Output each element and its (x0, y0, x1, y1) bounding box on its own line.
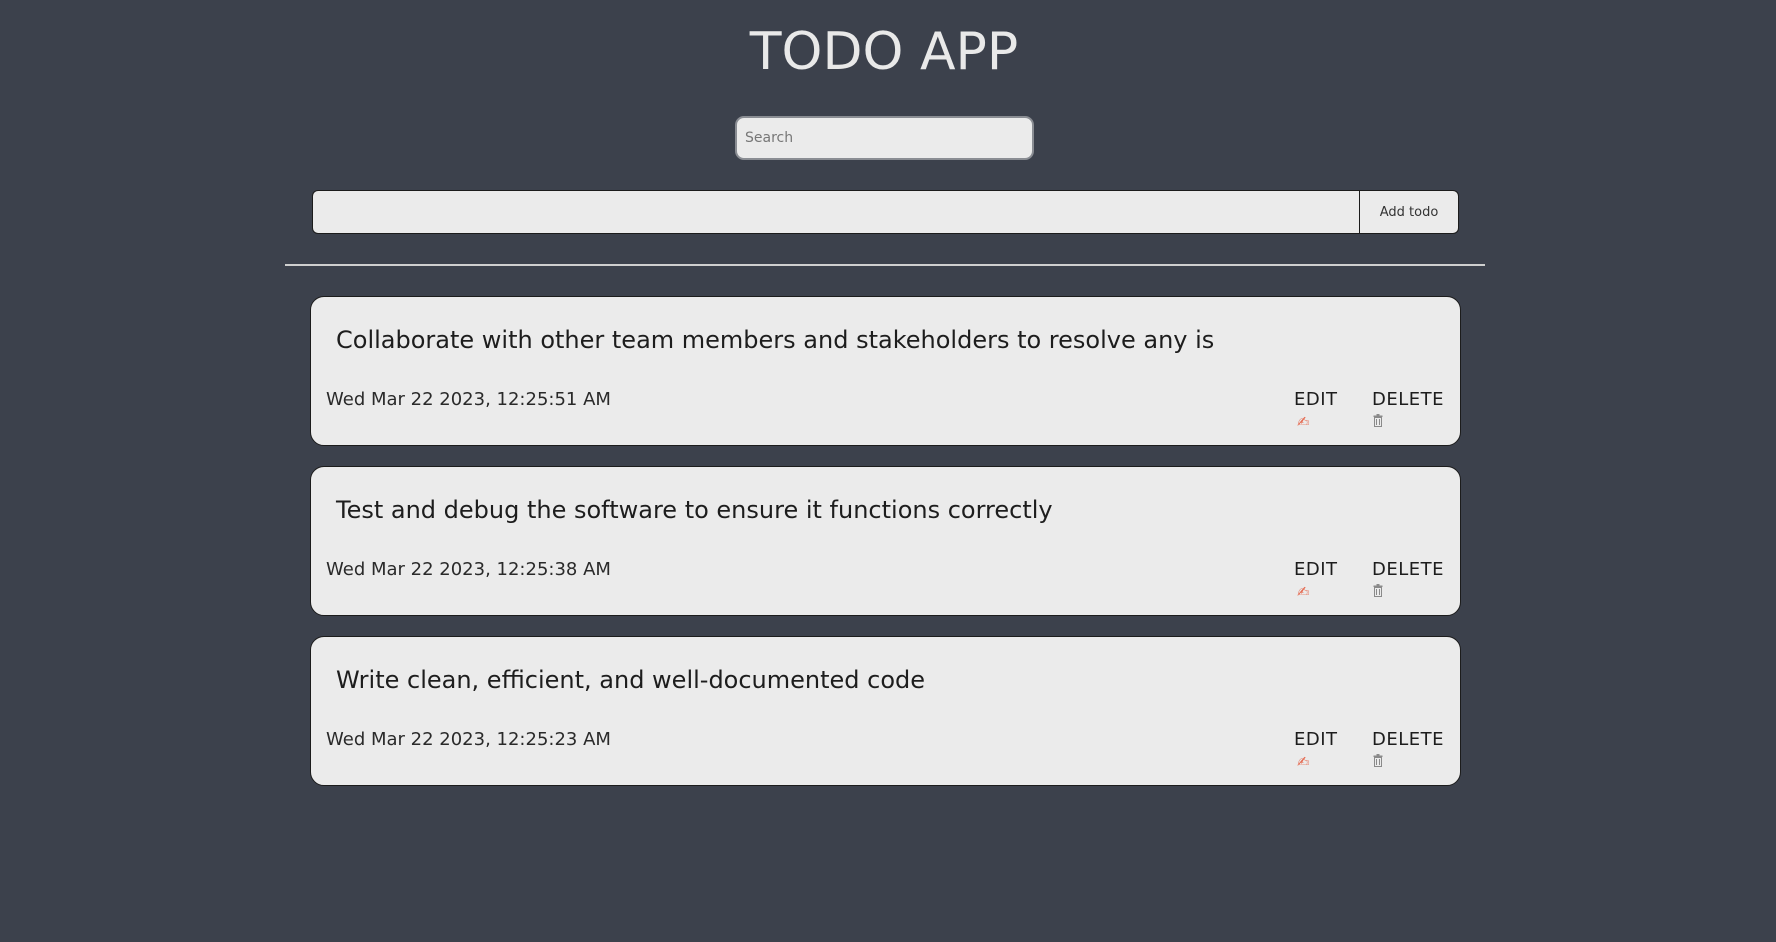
app-title: TODO APP (749, 22, 1019, 82)
divider (285, 264, 1485, 266)
delete-button[interactable]: DELETE (1372, 559, 1444, 601)
delete-label: DELETE (1372, 729, 1445, 750)
edit-label: EDIT (1294, 559, 1338, 580)
add-todo-button[interactable]: Add todo (1359, 190, 1459, 234)
trash-can-icon (1373, 414, 1444, 431)
new-todo-input[interactable] (312, 190, 1359, 234)
delete-label: DELETE (1372, 559, 1445, 580)
writing-hand-icon: ✍ (1297, 753, 1310, 771)
delete-label: DELETE (1372, 389, 1445, 410)
search-input[interactable] (735, 116, 1034, 160)
trash-can-icon (1373, 584, 1444, 601)
delete-button[interactable]: DELETE (1372, 389, 1444, 431)
edit-button[interactable]: EDIT ✍ (1294, 389, 1338, 430)
todo-card: Collaborate with other team members and … (310, 296, 1461, 446)
writing-hand-icon: ✍ (1297, 583, 1310, 601)
edit-label: EDIT (1294, 389, 1338, 410)
todo-text: Test and debug the software to ensure it… (336, 496, 1053, 524)
edit-label: EDIT (1294, 729, 1338, 750)
todo-date: Wed Mar 22 2023, 12:25:23 AM (326, 729, 611, 750)
trash-can-icon (1373, 754, 1444, 771)
edit-button[interactable]: EDIT ✍ (1294, 729, 1338, 770)
trash-can-svg (1373, 584, 1383, 597)
trash-can-svg (1373, 754, 1383, 767)
todo-text: Collaborate with other team members and … (336, 326, 1215, 354)
todo-card: Write clean, efficient, and well-documen… (310, 636, 1461, 786)
todo-list: Collaborate with other team members and … (310, 296, 1461, 806)
add-todo-form: Add todo (312, 190, 1459, 234)
delete-button[interactable]: DELETE (1372, 729, 1444, 771)
edit-button[interactable]: EDIT ✍ (1294, 559, 1338, 600)
todo-text: Write clean, efficient, and well-documen… (336, 666, 926, 694)
todo-date: Wed Mar 22 2023, 12:25:51 AM (326, 389, 611, 410)
trash-can-svg (1373, 414, 1383, 427)
todo-date: Wed Mar 22 2023, 12:25:38 AM (326, 559, 611, 580)
todo-card: Test and debug the software to ensure it… (310, 466, 1461, 616)
writing-hand-icon: ✍ (1297, 413, 1310, 431)
